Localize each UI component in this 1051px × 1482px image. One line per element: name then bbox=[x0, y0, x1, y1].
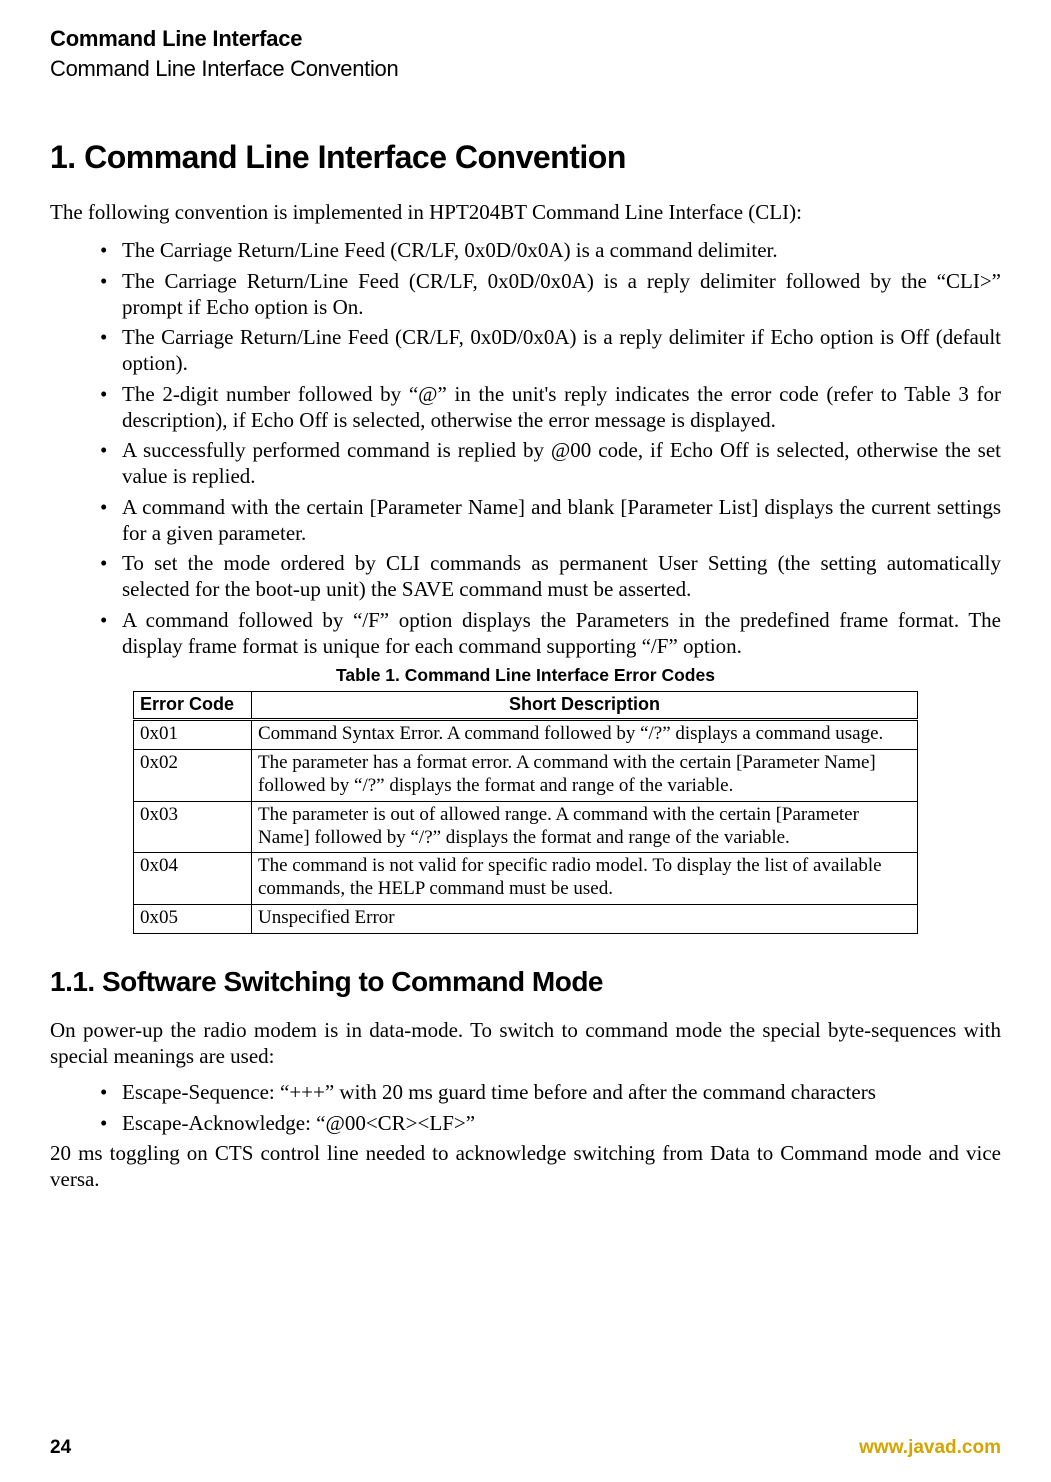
section-1-1-p2: 20 ms toggling on CTS control line neede… bbox=[50, 1140, 1001, 1193]
chapter-title: Command Line Interface bbox=[50, 25, 1001, 53]
page-number: 24 bbox=[50, 1436, 71, 1460]
table-row: 0x01 Command Syntax Error. A command fol… bbox=[134, 720, 918, 750]
list-item: Escape-Sequence: “+++” with 20 ms guard … bbox=[100, 1079, 1001, 1105]
section-1-heading: 1. Command Line Interface Convention bbox=[50, 137, 1001, 177]
cell-desc: The command is not valid for specific ra… bbox=[252, 853, 918, 905]
page-footer: 24 www.javad.com bbox=[50, 1436, 1001, 1460]
table-row: 0x04 The command is not valid for specif… bbox=[134, 853, 918, 905]
section-1-bullet-list: The Carriage Return/Line Feed (CR/LF, 0x… bbox=[50, 237, 1001, 659]
chapter-subtitle: Command Line Interface Convention bbox=[50, 55, 1001, 83]
table-row: 0x03 The parameter is out of allowed ran… bbox=[134, 801, 918, 853]
page-header: Command Line Interface Command Line Inte… bbox=[50, 25, 1001, 82]
table-header-error-code: Error Code bbox=[134, 691, 252, 720]
list-item: The Carriage Return/Line Feed (CR/LF, 0x… bbox=[100, 237, 1001, 263]
cell-desc: Unspecified Error bbox=[252, 905, 918, 934]
table-row: 0x05 Unspecified Error bbox=[134, 905, 918, 934]
list-item: To set the mode ordered by CLI commands … bbox=[100, 550, 1001, 603]
cell-desc: The parameter is out of allowed range. A… bbox=[252, 801, 918, 853]
table-header-short-description: Short Description bbox=[252, 691, 918, 720]
list-item: A command followed by “/F” option displa… bbox=[100, 607, 1001, 660]
cell-code: 0x01 bbox=[134, 720, 252, 750]
cell-desc: The parameter has a format error. A comm… bbox=[252, 750, 918, 802]
section-1-1-bullet-list: Escape-Sequence: “+++” with 20 ms guard … bbox=[50, 1079, 1001, 1136]
cell-code: 0x04 bbox=[134, 853, 252, 905]
section-1-intro: The following convention is implemented … bbox=[50, 199, 1001, 225]
list-item: Escape-Acknowledge: “@00<CR><LF>” bbox=[100, 1110, 1001, 1136]
cell-code: 0x02 bbox=[134, 750, 252, 802]
cell-code: 0x03 bbox=[134, 801, 252, 853]
list-item: The 2-digit number followed by “@” in th… bbox=[100, 381, 1001, 434]
list-item: The Carriage Return/Line Feed (CR/LF, 0x… bbox=[100, 268, 1001, 321]
table-1-caption: Table 1. Command Line Interface Error Co… bbox=[50, 665, 1001, 687]
cell-desc: Command Syntax Error. A command followed… bbox=[252, 720, 918, 750]
footer-url: www.javad.com bbox=[859, 1436, 1001, 1460]
list-item: A successfully performed command is repl… bbox=[100, 437, 1001, 490]
list-item: A command with the certain [Parameter Na… bbox=[100, 494, 1001, 547]
error-codes-table: Error Code Short Description 0x01 Comman… bbox=[133, 691, 918, 934]
table-row: 0x02 The parameter has a format error. A… bbox=[134, 750, 918, 802]
cell-code: 0x05 bbox=[134, 905, 252, 934]
list-item: The Carriage Return/Line Feed (CR/LF, 0x… bbox=[100, 324, 1001, 377]
section-1-1-heading: 1.1. Software Switching to Command Mode bbox=[50, 964, 1001, 999]
section-1-1-p1: On power-up the radio modem is in data-m… bbox=[50, 1017, 1001, 1070]
